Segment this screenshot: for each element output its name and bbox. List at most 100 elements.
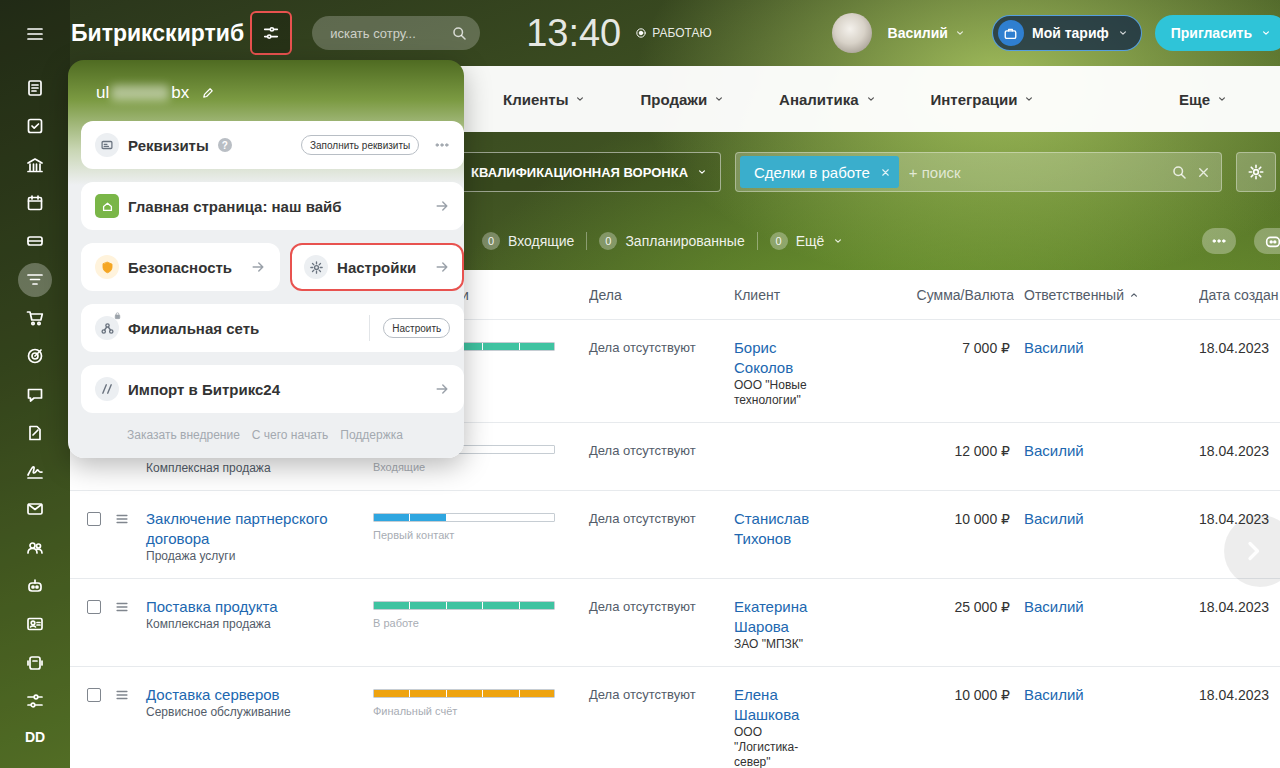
sliders-icon-svg — [262, 24, 280, 42]
portal-menu: ulbxРеквизиты?Заполнить реквизитыГлавная… — [68, 60, 464, 458]
sidebar-item[interactable] — [15, 69, 55, 107]
list-settings-button[interactable] — [1236, 152, 1276, 192]
column-header[interactable]: Дата создан — [1199, 287, 1280, 303]
work-status[interactable]: РАБОТАЮ — [635, 26, 711, 40]
sidebar-item[interactable] — [15, 682, 55, 720]
sidebar-item[interactable] — [15, 452, 55, 490]
row-checkbox[interactable] — [87, 512, 101, 526]
search-input[interactable] — [328, 25, 451, 42]
sidebar-item[interactable] — [15, 643, 55, 681]
tariff-button[interactable]: Мой тариф — [992, 15, 1142, 51]
sidebar-item[interactable] — [15, 222, 55, 260]
stage-track[interactable] — [373, 601, 555, 610]
sidebar-footer[interactable]: DD — [25, 728, 45, 746]
column-header[interactable]: Ответственный — [1014, 287, 1199, 303]
fill-requisites-button[interactable]: Заполнить реквизиты — [301, 135, 419, 155]
column-header[interactable]: Клиент — [734, 287, 844, 303]
client-link[interactable]: Екатерина Шарова — [734, 597, 824, 637]
footer-link[interactable]: С чего начать — [252, 427, 329, 443]
search-field — [312, 16, 480, 50]
help-badge[interactable]: ? — [218, 138, 232, 152]
user-menu[interactable]: Василий — [888, 25, 966, 41]
sidebar-item[interactable] — [15, 22, 55, 46]
counter[interactable]: 0Ещё — [757, 232, 857, 250]
responsible-cell: Василий — [1014, 423, 1199, 490]
client-link[interactable]: Елена Шашкова — [734, 685, 824, 725]
date-cell: 18.04.2023 — [1199, 423, 1280, 490]
responsible-cell: Василий — [1014, 320, 1199, 422]
import-card[interactable]: Импорт в Битрикс24 — [81, 365, 464, 413]
column-header[interactable]: Дела — [589, 287, 734, 303]
responsible-link[interactable]: Василий — [1014, 338, 1199, 358]
bot-button[interactable] — [1254, 228, 1280, 254]
briefcase-icon — [1003, 26, 1018, 41]
filter-search-input[interactable] — [907, 163, 1163, 182]
sidebar-item[interactable] — [15, 299, 55, 337]
invite-button[interactable]: Пригласить — [1155, 15, 1280, 51]
search-icon — [1171, 164, 1188, 181]
client-link[interactable]: Станислав Тихонов — [734, 509, 824, 549]
sidebar-item[interactable] — [15, 184, 55, 222]
pipeline-select[interactable]: КВАЛИФИКАЦИОННАЯ ВОРОНКА — [450, 152, 721, 192]
deal-title[interactable]: Доставка серверов — [146, 685, 373, 705]
amount-cell: 10 000 ₽ — [844, 667, 1014, 768]
sidebar-item[interactable] — [15, 567, 55, 605]
branch-card[interactable]: Филиальная сетьНастроить — [81, 304, 464, 352]
menu-item[interactable]: Клиенты — [503, 91, 586, 108]
responsible-link[interactable]: Василий — [1014, 597, 1199, 617]
column-header[interactable]: Сумма/Валюта — [844, 287, 1014, 303]
responsible-link[interactable]: Василий — [1014, 441, 1199, 461]
row-checkbox[interactable] — [87, 600, 101, 614]
more-button[interactable] — [1202, 228, 1236, 254]
row-checkbox[interactable] — [87, 688, 101, 702]
sidebar-item[interactable] — [15, 490, 55, 528]
stage-track[interactable] — [373, 513, 555, 522]
portal-settings-button[interactable] — [250, 11, 292, 55]
sidebar-item[interactable] — [15, 107, 55, 145]
sidebar-item[interactable] — [15, 414, 55, 452]
responsible-link[interactable]: Василий — [1014, 509, 1199, 529]
calendar-icon-svg — [25, 193, 45, 213]
title-cell: Заключение партнерского договораПродажа … — [146, 491, 373, 578]
requisites-card[interactable]: Реквизиты?Заполнить реквизиты — [81, 121, 464, 169]
logo[interactable]: Битрикскиртиб — [71, 20, 244, 47]
activities-cell: Дела отсутствуют — [589, 320, 734, 422]
deal-title[interactable]: Поставка продукта — [146, 597, 373, 617]
settings-card[interactable]: Настройки — [290, 243, 464, 291]
client-link[interactable]: Борис Соколов — [734, 338, 824, 378]
deal-title[interactable]: Заключение партнерского договора — [146, 509, 373, 549]
sidebar-item[interactable] — [15, 529, 55, 567]
sidebar-item[interactable] — [15, 146, 55, 184]
scroll-right-button[interactable] — [1224, 515, 1280, 587]
security-card[interactable]: Безопасность — [81, 243, 280, 291]
sidebar-item[interactable] — [15, 375, 55, 413]
row-controls — [70, 579, 146, 666]
preset-tag[interactable]: Сделки в работе — [740, 156, 899, 188]
card-label: Безопасность — [128, 259, 232, 276]
footer-link[interactable]: Заказать внедрение — [127, 427, 240, 443]
sidebar-item-ground — [18, 378, 52, 412]
sidebar-item[interactable] — [15, 337, 55, 375]
footer-link[interactable]: Поддержка — [340, 427, 403, 443]
menu-item[interactable]: Аналитика — [779, 91, 876, 108]
shield-icon — [100, 260, 115, 275]
activities: Дела отсутствуют — [589, 441, 734, 461]
filter-search: Сделки в работе — [735, 152, 1222, 192]
configure-button[interactable]: Настроить — [383, 318, 450, 338]
menu-item[interactable]: Продажи — [640, 91, 725, 108]
sidebar-item[interactable] — [15, 260, 55, 298]
menu-item[interactable]: Интеграции — [931, 91, 1036, 108]
sidebar-item[interactable] — [15, 605, 55, 643]
sidebar: DD — [0, 0, 70, 768]
menu-more[interactable]: Еще — [1179, 91, 1228, 108]
counter[interactable]: 0Входящие — [470, 232, 586, 250]
counter[interactable]: 0Запланированные — [586, 232, 756, 250]
column-label: Дела — [589, 287, 622, 303]
stage-track[interactable] — [373, 689, 555, 698]
chevron-icon-svg — [1117, 27, 1129, 39]
gear-icon — [1247, 163, 1265, 181]
avatar[interactable] — [832, 13, 872, 53]
responsible-link[interactable]: Василий — [1014, 685, 1199, 705]
home-card[interactable]: Главная страница: наш вайб — [81, 182, 464, 230]
sign-icon — [25, 461, 45, 481]
